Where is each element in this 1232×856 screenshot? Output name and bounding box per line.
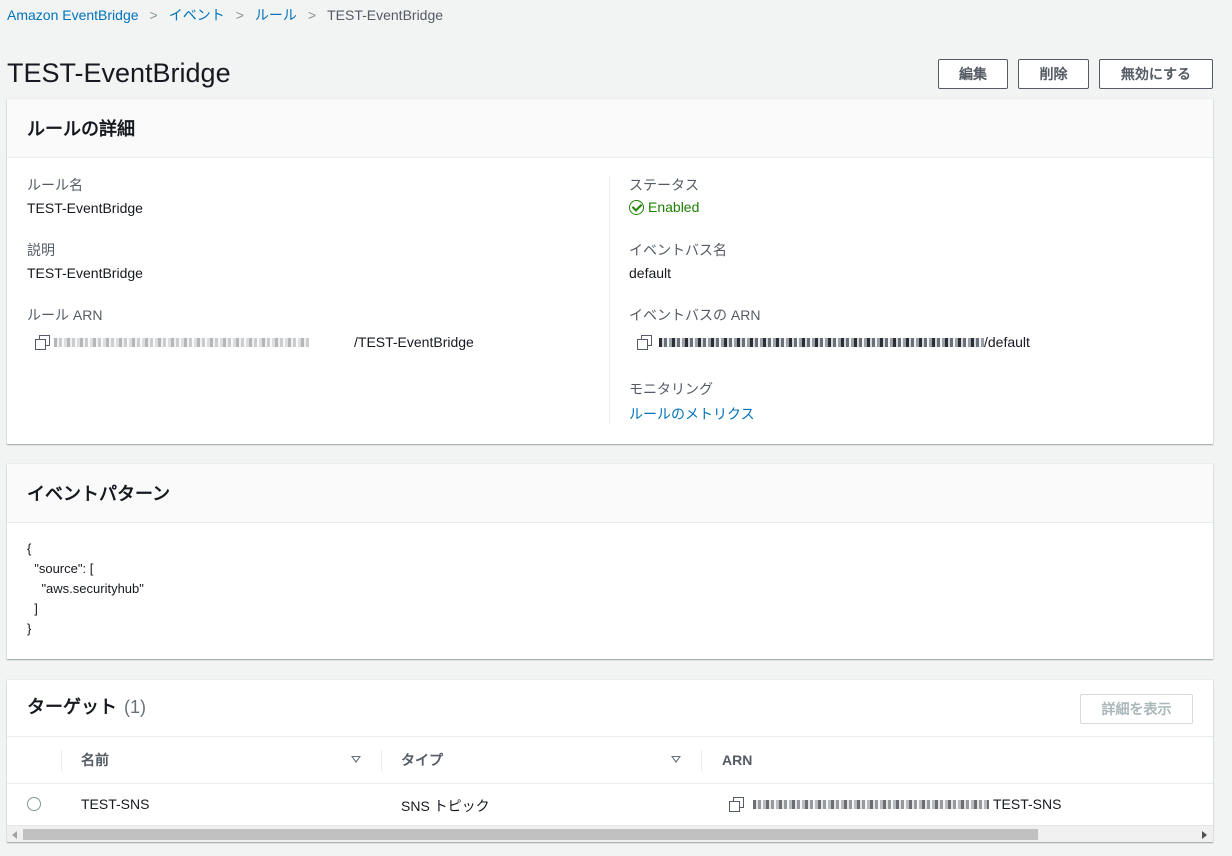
rule-arn-suffix: /TEST-EventBridge xyxy=(354,334,474,350)
event-pattern-code: { "source": [ "aws.securityhub" ] } xyxy=(27,541,144,636)
breadcrumb-events[interactable]: イベント xyxy=(169,5,225,25)
description-label: 説明 xyxy=(27,242,55,258)
monitoring-label: モニタリング xyxy=(629,381,713,397)
column-separator xyxy=(61,750,62,772)
breadcrumb-current: TEST-EventBridge xyxy=(327,7,444,23)
row-select-radio[interactable] xyxy=(27,797,41,811)
event-pattern-panel: イベントパターン { "source": [ "aws.securityhub"… xyxy=(7,464,1213,659)
targets-count: (1) xyxy=(124,697,147,717)
table-header: 名前 タイプ ARN xyxy=(7,736,1213,784)
breadcrumb-rules[interactable]: ルール xyxy=(255,5,297,25)
disable-button[interactable]: 無効にする xyxy=(1099,59,1213,89)
column-separator xyxy=(701,750,702,772)
redacted-arn xyxy=(753,799,989,809)
scroll-left-icon[interactable] xyxy=(12,831,17,839)
chevron-right-icon: > xyxy=(307,7,317,23)
event-bus-arn-value: /default xyxy=(637,334,1030,350)
horizontal-scrollbar[interactable] xyxy=(7,825,1213,842)
rule-arn-label: ルール ARN xyxy=(27,307,103,323)
column-separator xyxy=(381,750,382,772)
chevron-right-icon: > xyxy=(149,7,158,23)
column-header-arn[interactable]: ARN xyxy=(722,737,752,783)
edit-button[interactable]: 編集 xyxy=(938,59,1008,89)
check-circle-icon xyxy=(629,199,644,215)
column-divider xyxy=(609,176,610,424)
rule-name-value: TEST-EventBridge xyxy=(27,200,143,216)
rule-details-title: ルールの詳細 xyxy=(7,99,1213,158)
delete-button[interactable]: 削除 xyxy=(1018,59,1089,89)
targets-panel: ターゲット (1) 詳細を表示 名前 タイプ ARN TEST-SNS SNS … xyxy=(7,680,1213,842)
page-title: TEST-EventBridge xyxy=(7,58,231,88)
breadcrumb-eventbridge[interactable]: Amazon EventBridge xyxy=(7,7,139,23)
status-label: ステータス xyxy=(629,177,699,193)
targets-title-text: ターゲット xyxy=(27,697,117,717)
target-name: TEST-SNS xyxy=(81,796,150,812)
column-header-name[interactable]: 名前 xyxy=(81,737,109,783)
status-value: Enabled xyxy=(648,199,700,215)
target-arn: TEST-SNS xyxy=(729,796,1061,812)
target-type: SNS トピック xyxy=(401,798,490,814)
target-arn-suffix: TEST-SNS xyxy=(993,796,1062,812)
rule-arn-value: /TEST-EventBridge xyxy=(35,334,474,350)
scroll-thumb[interactable] xyxy=(23,829,1038,840)
redacted-arn xyxy=(54,337,309,347)
sort-icon[interactable] xyxy=(671,756,681,763)
targets-title: ターゲット (1) xyxy=(27,693,146,719)
event-pattern-title: イベントパターン xyxy=(7,464,1213,523)
column-header-type[interactable]: タイプ xyxy=(401,737,443,783)
copy-icon[interactable] xyxy=(637,335,652,350)
event-bus-arn-suffix: /default xyxy=(984,334,1030,350)
copy-icon[interactable] xyxy=(35,335,50,350)
breadcrumb: Amazon EventBridge > イベント > ルール > TEST-E… xyxy=(7,5,443,25)
status-badge: Enabled xyxy=(629,199,699,215)
rule-details-panel: ルールの詳細 ルール名 TEST-EventBridge 説明 TEST-Eve… xyxy=(7,99,1213,444)
event-bus-name-value: default xyxy=(629,265,672,281)
redacted-arn xyxy=(659,337,984,347)
rule-name-label: ルール名 xyxy=(27,177,83,193)
chevron-right-icon: > xyxy=(235,7,244,23)
sort-icon[interactable] xyxy=(351,756,361,763)
event-bus-name-label: イベントバス名 xyxy=(629,242,727,258)
description-value: TEST-EventBridge xyxy=(27,265,143,281)
view-details-button[interactable]: 詳細を表示 xyxy=(1080,694,1193,724)
scroll-right-icon[interactable] xyxy=(1202,831,1207,839)
event-bus-arn-label: イベントバスの ARN xyxy=(629,307,761,323)
copy-icon[interactable] xyxy=(729,797,744,812)
rule-metrics-link[interactable]: ルールのメトリクス xyxy=(629,404,755,424)
